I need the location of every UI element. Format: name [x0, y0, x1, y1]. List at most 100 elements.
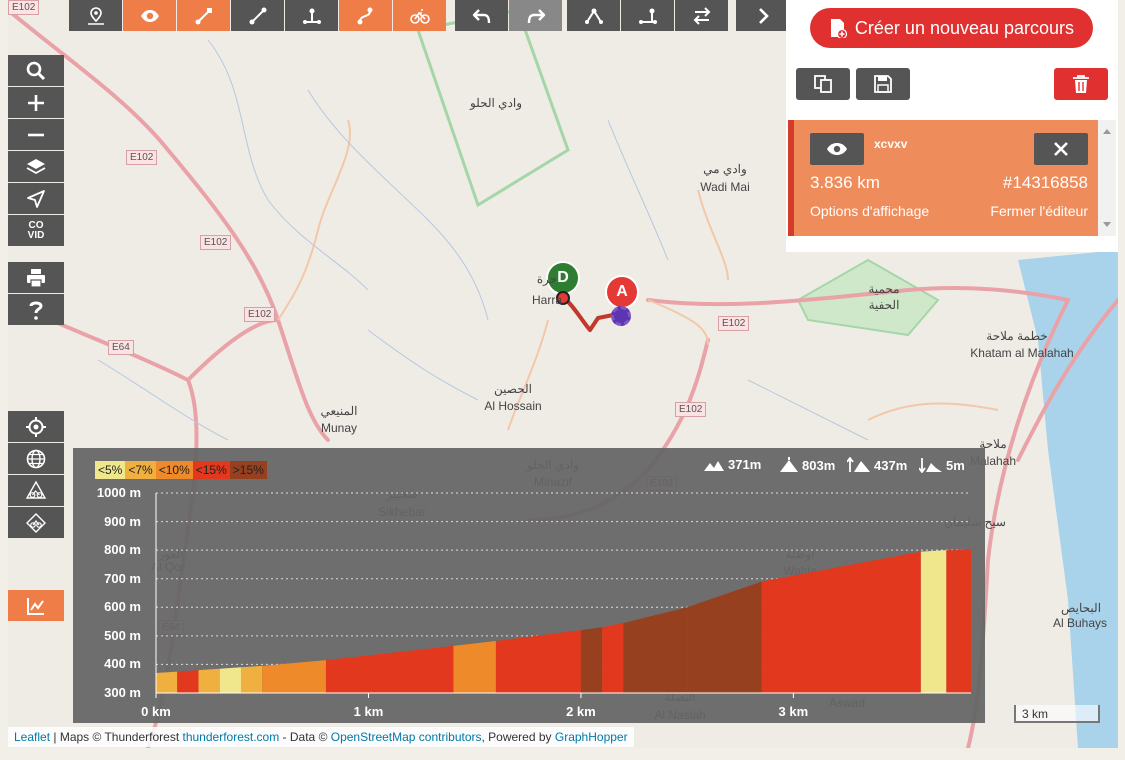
leaflet-link[interactable]: Leaflet	[14, 730, 50, 744]
route-name: xcvxv	[874, 137, 908, 151]
end-marker[interactable]: A	[605, 275, 639, 309]
undo-icon	[472, 8, 490, 23]
next-tools-button[interactable]	[736, 0, 789, 31]
profile-segment	[262, 660, 326, 693]
delete-button[interactable]	[1054, 68, 1108, 100]
undo-button[interactable]	[455, 0, 508, 31]
route-id: #14316858	[1002, 173, 1088, 192]
profile-segment	[920, 550, 947, 693]
close-editor-link[interactable]: Fermer l'éditeur	[990, 203, 1088, 219]
layers-button[interactable]	[8, 151, 64, 182]
attribution-text-2: - Data ©	[279, 730, 331, 744]
draw-line-button[interactable]	[231, 0, 284, 31]
gps-button[interactable]	[69, 0, 122, 31]
line-draw-icon	[249, 7, 266, 24]
top-toolbar-main	[69, 0, 446, 31]
crosshair-button[interactable]	[8, 411, 64, 442]
thunderforest-link[interactable]: thunderforest.com	[183, 730, 280, 744]
map-place-label: خطمة ملاحة	[986, 329, 1048, 343]
new-route-button[interactable]: Créer un nouveau parcours	[810, 8, 1093, 48]
display-options-link[interactable]: Options d'affichage	[810, 203, 929, 219]
map-place-label: المنيعي	[320, 404, 358, 418]
join-route-button[interactable]	[621, 0, 674, 31]
map-place-label: محمية	[868, 282, 900, 296]
map-place-label: البحايص	[1060, 601, 1102, 615]
bike-icon	[409, 8, 430, 24]
trash-icon	[1073, 75, 1089, 93]
route-panel: Créer un nouveau parcours xcvxv 3.836 km…	[786, 0, 1118, 252]
covid-label-line2: VID	[27, 229, 45, 241]
mtb-layer-button[interactable]	[8, 507, 64, 538]
navigation-arrow-icon	[27, 189, 45, 208]
profile-segment	[580, 627, 603, 693]
save-button[interactable]	[856, 68, 910, 100]
osm-link[interactable]: OpenStreetMap contributors	[331, 730, 482, 744]
split-route-button[interactable]	[567, 0, 620, 31]
map-place-label: Wadi Mai	[700, 180, 750, 194]
top-toolbar-edit	[567, 0, 728, 31]
redo-button[interactable]	[509, 0, 562, 31]
map-place-label: Khatam al Malahah	[970, 346, 1074, 360]
print-button[interactable]	[8, 262, 64, 293]
road-shield: E102	[718, 316, 750, 331]
road-shield: E102	[126, 150, 158, 165]
layers-icon	[26, 158, 46, 174]
join-icon	[638, 8, 657, 24]
add-node-button[interactable]	[285, 0, 338, 31]
save-icon	[874, 75, 892, 93]
map-place-label: حرة	[536, 272, 558, 286]
graphhopper-link[interactable]: GraphHopper	[555, 730, 628, 744]
map-place-label: Al Hossain	[484, 399, 542, 413]
draw-segment-button[interactable]	[177, 0, 230, 31]
covid-button[interactable]: CO VID	[8, 215, 64, 246]
map-place-label: الحصين	[494, 382, 532, 396]
search-button[interactable]	[8, 55, 64, 86]
route-visibility-button[interactable]	[810, 133, 864, 165]
elevation-profile[interactable]: <5% <7% <10% <15% >15% 371m 803m 437m 5m 100…	[73, 448, 985, 723]
globe-button[interactable]	[8, 443, 64, 474]
map-place-label: الحفية	[868, 298, 900, 312]
cycling-layer-button[interactable]	[8, 475, 64, 506]
reverse-icon	[693, 6, 710, 25]
map-controls-print	[8, 262, 64, 325]
cyclist-icon	[25, 480, 47, 499]
map-place-label: وادي الحلو	[469, 96, 523, 110]
profile-segment	[325, 645, 454, 693]
locate-button[interactable]	[8, 183, 64, 214]
question-icon	[29, 301, 43, 320]
end-point	[611, 306, 631, 326]
duplicate-button[interactable]	[796, 68, 850, 100]
minus-icon	[28, 133, 44, 136]
elevation-toggle-button[interactable]	[8, 590, 64, 621]
panel-scrollbar[interactable]	[1098, 120, 1116, 236]
map-controls-layers	[8, 411, 64, 538]
attribution-text-1: | Maps © Thunderforest	[50, 730, 183, 744]
scroll-arrows	[1103, 129, 1111, 227]
close-route-button[interactable]	[1034, 133, 1088, 165]
node-add-icon	[302, 8, 321, 24]
bike-routing-button[interactable]	[393, 0, 446, 31]
zoom-in-button[interactable]	[8, 87, 64, 118]
map-place-label: Munay	[320, 421, 358, 435]
globe-icon	[26, 449, 46, 468]
profile-segment	[954, 549, 971, 693]
crosshair-icon	[26, 416, 46, 437]
new-route-label: Créer un nouveau parcours	[854, 17, 1075, 38]
road-shield: E102	[675, 402, 707, 417]
road-shield: E64	[108, 340, 134, 355]
profile-segment	[946, 550, 955, 693]
eye-icon	[140, 9, 159, 22]
chevron-right-icon	[758, 7, 769, 24]
elevation-chart	[155, 492, 971, 698]
road-shield: E102	[244, 307, 276, 322]
view-mode-button[interactable]	[123, 0, 176, 31]
map-place-label: Al Buhays	[1052, 616, 1108, 630]
map-controls-elevation	[8, 590, 64, 621]
draw-curve-button[interactable]	[339, 0, 392, 31]
help-button[interactable]	[8, 294, 64, 325]
reverse-route-button[interactable]	[675, 0, 728, 31]
plus-icon	[28, 94, 44, 111]
zoom-out-button[interactable]	[8, 119, 64, 150]
segment-draw-icon	[195, 7, 212, 24]
redo-icon	[527, 8, 545, 23]
